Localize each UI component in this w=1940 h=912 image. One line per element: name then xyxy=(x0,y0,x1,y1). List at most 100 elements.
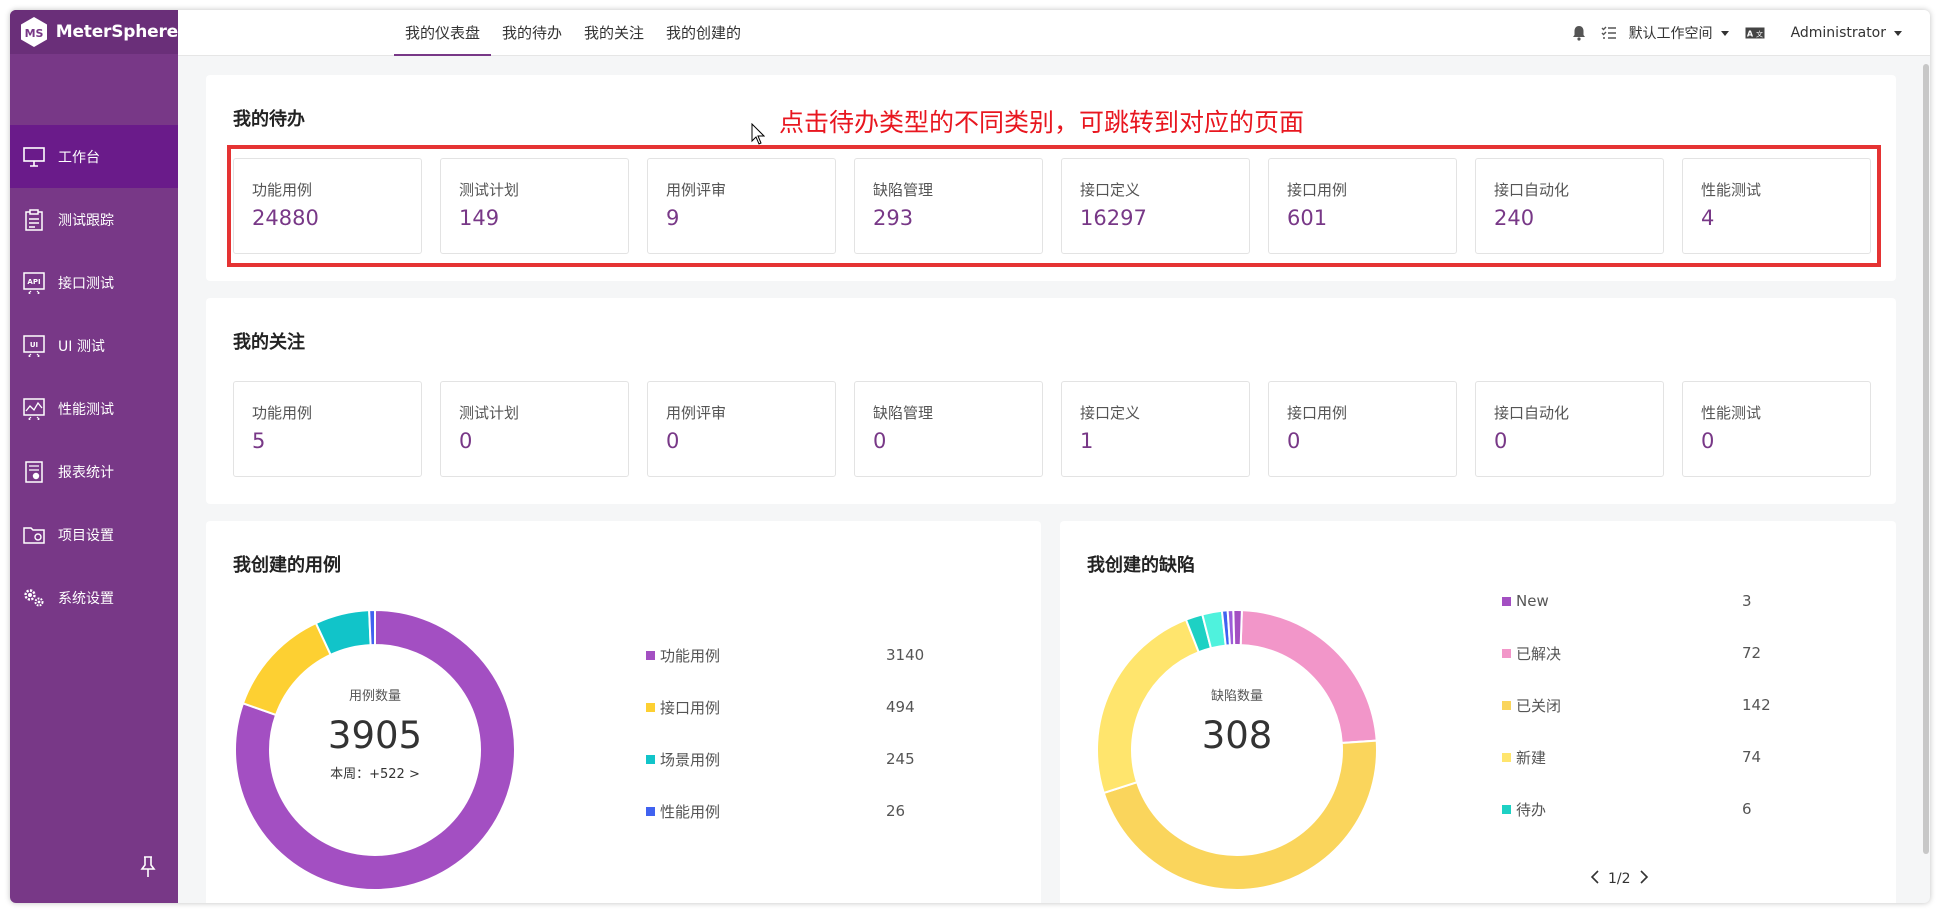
sidebar-item-label: 接口测试 xyxy=(58,275,114,292)
legend-value: 245 xyxy=(886,750,915,768)
todo-stat-card[interactable]: 缺陷管理 293 xyxy=(854,158,1043,254)
todo-stat-card[interactable]: 接口定义 16297 xyxy=(1061,158,1250,254)
stat-label: 用例评审 xyxy=(666,181,727,199)
legend-swatch xyxy=(1502,804,1511,814)
app-name: MeterSphere xyxy=(55,22,178,42)
sidebar-item-api[interactable]: API 接口测试 xyxy=(10,251,178,314)
legend-label: 待办 xyxy=(1516,800,1547,819)
gears-icon xyxy=(22,586,46,610)
bugs-legend-item[interactable]: 已解决 72 xyxy=(1502,627,1802,679)
sidebar-item-report[interactable]: 报表统计 xyxy=(10,440,178,503)
sidebar-item-label: UI 测试 xyxy=(58,338,105,355)
sidebar-item-gears[interactable]: 系统设置 xyxy=(10,566,178,629)
follow-stat-card[interactable]: 测试计划 0 xyxy=(440,381,629,477)
mouse-cursor-icon xyxy=(751,122,766,145)
follow-stat-card[interactable]: 接口用例 0 xyxy=(1268,381,1457,477)
sidebar-item-performance[interactable]: 性能测试 xyxy=(10,377,178,440)
workspace-name: 默认工作空间 xyxy=(1628,26,1713,42)
sidebar-item-label: 性能测试 xyxy=(58,401,114,418)
follow-stat-card[interactable]: 功能用例 5 xyxy=(233,381,422,477)
follow-stat-card[interactable]: 用例评审 0 xyxy=(647,381,836,477)
donut-slice[interactable] xyxy=(1102,739,1378,891)
legend-swatch xyxy=(1502,700,1511,710)
sidebar-item-folder-settings[interactable]: 项目设置 xyxy=(10,503,178,566)
legend-label: 已关闭 xyxy=(1516,696,1562,715)
stat-value: 601 xyxy=(1287,206,1328,230)
legend-label: 功能用例 xyxy=(660,646,721,665)
tab-3[interactable]: 我的关注 xyxy=(573,10,655,56)
stat-label: 性能测试 xyxy=(1701,181,1762,199)
cases-legend-item[interactable]: 性能用例 26 xyxy=(646,785,946,837)
stat-label: 测试计划 xyxy=(459,404,520,422)
svg-text:API: API xyxy=(27,278,40,286)
scrollbar[interactable] xyxy=(1922,56,1930,856)
annotation-text: 点击待办类型的不同类别，可跳转到对应的页面 xyxy=(779,108,1305,137)
user-menu[interactable]: Administrator xyxy=(1791,25,1902,41)
follow-stat-card[interactable]: 缺陷管理 0 xyxy=(854,381,1043,477)
stat-label: 缺陷管理 xyxy=(873,181,934,199)
sidebar-item-label: 系统设置 xyxy=(58,590,114,607)
report-icon xyxy=(22,460,46,484)
todo-stat-card[interactable]: 接口自动化 240 xyxy=(1475,158,1664,254)
stat-label: 接口用例 xyxy=(1287,181,1348,199)
sidebar-item-monitor[interactable]: 工作台 xyxy=(10,125,178,188)
legend-value: 74 xyxy=(1742,748,1762,766)
cases-legend-item[interactable]: 接口用例 494 xyxy=(646,681,946,733)
stat-value: 0 xyxy=(666,429,680,453)
task-list-icon[interactable] xyxy=(1599,23,1619,43)
stat-value: 9 xyxy=(666,206,680,230)
stat-value: 149 xyxy=(459,206,500,230)
stat-value: 240 xyxy=(1494,206,1535,230)
tab-1[interactable]: 我的仪表盘 xyxy=(394,10,492,56)
sidebar-item-clipboard[interactable]: 测试跟踪 xyxy=(10,188,178,251)
donut-slice[interactable] xyxy=(368,608,376,647)
stat-value: 0 xyxy=(1494,429,1508,453)
app-window: MS MeterSphere 工作台 测试跟踪 API 接口测试 UI UI 测试 性能测试… xyxy=(10,10,1930,903)
sidebar-item-label: 测试跟踪 xyxy=(58,212,114,229)
cases-week-link[interactable]: 本周：+522 > xyxy=(275,763,475,782)
cases-legend: 功能用例 3140 接口用例 494 场景用例 245 性能用例 26 xyxy=(646,629,946,837)
cases-card: 我创建的用例 用例数量 3905 本周：+522 > 功能用例 3140 接口用例 4… xyxy=(206,521,1041,903)
todo-stat-card[interactable]: 接口用例 601 xyxy=(1268,158,1457,254)
cases-legend-item[interactable]: 场景用例 245 xyxy=(646,733,946,785)
bugs-legend-item[interactable]: 新建 74 xyxy=(1502,731,1802,783)
bugs-legend-item[interactable]: 已关闭 142 xyxy=(1502,679,1802,731)
todo-stat-card[interactable]: 性能测试 4 xyxy=(1682,158,1871,254)
cases-legend-item[interactable]: 功能用例 3140 xyxy=(646,629,946,681)
bugs-card: 我创建的缺陷 缺陷数量 308 New 3 已解决 72 已关闭 142 新建 74 待办 6 1… xyxy=(1060,521,1896,903)
follow-title: 我的关注 xyxy=(233,332,305,353)
tab-4[interactable]: 我的创建的 xyxy=(655,10,752,56)
sidebar: MS MeterSphere 工作台测试跟踪 API 接口测试 UI UI 测试性能测试… xyxy=(10,10,178,903)
follow-card: 我的关注 功能用例 5 测试计划 0 用例评审 0 缺陷管理 0 接口定义 1 接口用例 0 接口自动化… xyxy=(206,298,1896,504)
bugs-center-value: 308 xyxy=(1201,714,1273,757)
monitor-icon xyxy=(22,145,46,169)
chevron-left-icon[interactable] xyxy=(1590,870,1600,888)
follow-stat-card[interactable]: 接口自动化 0 xyxy=(1475,381,1664,477)
stat-label: 接口用例 xyxy=(1287,404,1348,422)
stat-label: 接口自动化 xyxy=(1494,404,1570,422)
sidebar-item-ui-test[interactable]: UI UI 测试 xyxy=(10,314,178,377)
logo[interactable]: MS MeterSphere xyxy=(10,10,178,54)
user-name: Administrator xyxy=(1790,25,1886,41)
language-icon[interactable]: A文 xyxy=(1745,23,1765,43)
donut-slice[interactable] xyxy=(1232,609,1243,647)
todo-stat-card[interactable]: 测试计划 149 xyxy=(440,158,629,254)
chevron-right-icon[interactable] xyxy=(1639,870,1649,888)
legend-swatch xyxy=(646,754,655,764)
legend-value: 3140 xyxy=(886,646,925,664)
bugs-legend-item[interactable]: New 3 xyxy=(1502,575,1802,627)
bell-icon[interactable] xyxy=(1569,23,1589,43)
legend-label: 场景用例 xyxy=(660,750,721,769)
follow-stat-card[interactable]: 性能测试 0 xyxy=(1682,381,1871,477)
bugs-legend-item[interactable]: 待办 6 xyxy=(1502,783,1802,835)
svg-text:UI: UI xyxy=(30,341,38,349)
follow-stat-card[interactable]: 接口定义 1 xyxy=(1061,381,1250,477)
todo-title: 我的待办 xyxy=(233,109,305,130)
stat-label: 缺陷管理 xyxy=(873,404,934,422)
todo-stat-card[interactable]: 用例评审 9 xyxy=(647,158,836,254)
pin-icon[interactable] xyxy=(138,855,158,879)
scrollbar-thumb[interactable] xyxy=(1923,64,1929,854)
todo-stat-card[interactable]: 功能用例 24880 xyxy=(233,158,422,254)
workspace-select[interactable]: 默认工作空间 xyxy=(1629,23,1729,43)
tab-2[interactable]: 我的待办 xyxy=(491,10,573,56)
